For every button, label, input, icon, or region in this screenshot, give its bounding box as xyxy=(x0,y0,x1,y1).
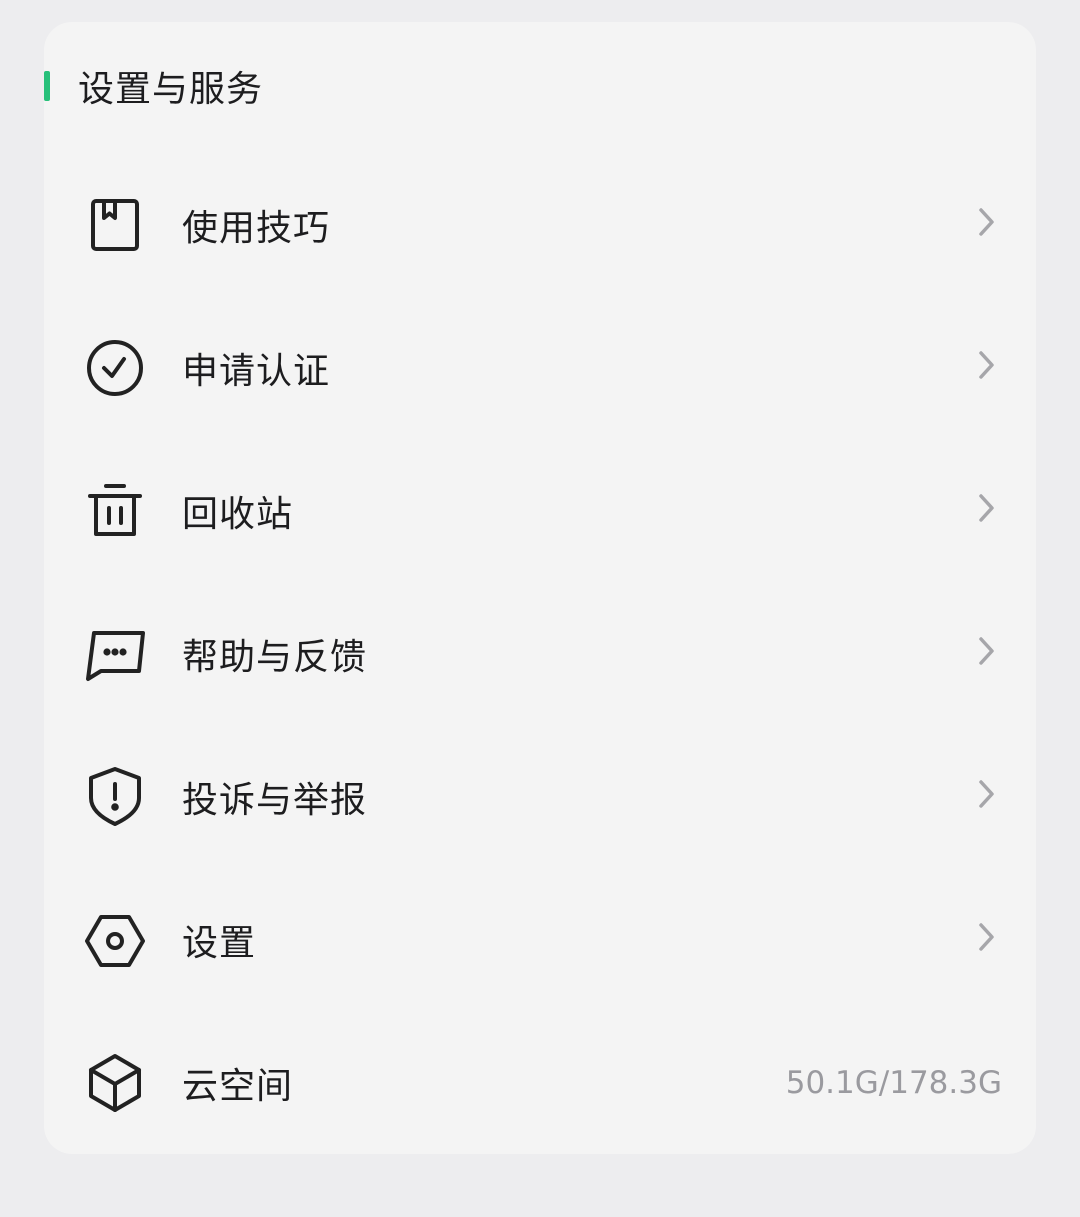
cloud-storage-usage: 50.1G/178.3G xyxy=(785,1065,1002,1101)
cube-icon xyxy=(84,1050,146,1112)
menu-item-label: 使用技巧 xyxy=(182,208,331,249)
trash-icon xyxy=(84,478,146,540)
menu-item-label: 投诉与举报 xyxy=(182,780,368,821)
menu-item-label: 回收站 xyxy=(182,494,294,535)
check-circle-icon xyxy=(84,335,146,397)
menu-item-recycle-bin[interactable]: 回收站 xyxy=(44,453,1036,563)
menu-item-tips[interactable]: 使用技巧 xyxy=(44,167,1036,277)
menu-item-label: 帮助与反馈 xyxy=(182,637,368,678)
menu-item-label: 设置 xyxy=(182,923,257,964)
settings-services-card: 设置与服务 使用技巧 申请认证 回收站 帮助与反馈 投诉与举报 设置 云空间 5… xyxy=(44,22,1036,1154)
chevron-right-icon xyxy=(972,205,1000,239)
menu-item-help-feedback[interactable]: 帮助与反馈 xyxy=(44,596,1036,706)
chevron-right-icon xyxy=(972,491,1000,525)
section-accent-bar xyxy=(44,71,50,101)
chevron-right-icon xyxy=(972,777,1000,811)
shield-alert-icon xyxy=(84,764,146,826)
chat-bubble-icon xyxy=(84,621,146,683)
menu-item-settings[interactable]: 设置 xyxy=(44,882,1036,992)
chevron-right-icon xyxy=(972,920,1000,954)
section-title: 设置与服务 xyxy=(78,69,264,110)
book-bookmark-icon xyxy=(84,192,146,254)
chevron-right-icon xyxy=(972,348,1000,382)
menu-item-label: 云空间 xyxy=(182,1066,294,1107)
menu-item-complaint-report[interactable]: 投诉与举报 xyxy=(44,739,1036,849)
chevron-right-icon xyxy=(972,634,1000,668)
menu-item-cloud-storage[interactable]: 云空间 50.1G/178.3G xyxy=(44,1025,1036,1135)
section-header: 设置与服务 xyxy=(44,66,263,110)
menu-item-label: 申请认证 xyxy=(182,351,331,392)
hexagon-gear-icon xyxy=(84,907,146,969)
menu-item-verification[interactable]: 申请认证 xyxy=(44,310,1036,420)
